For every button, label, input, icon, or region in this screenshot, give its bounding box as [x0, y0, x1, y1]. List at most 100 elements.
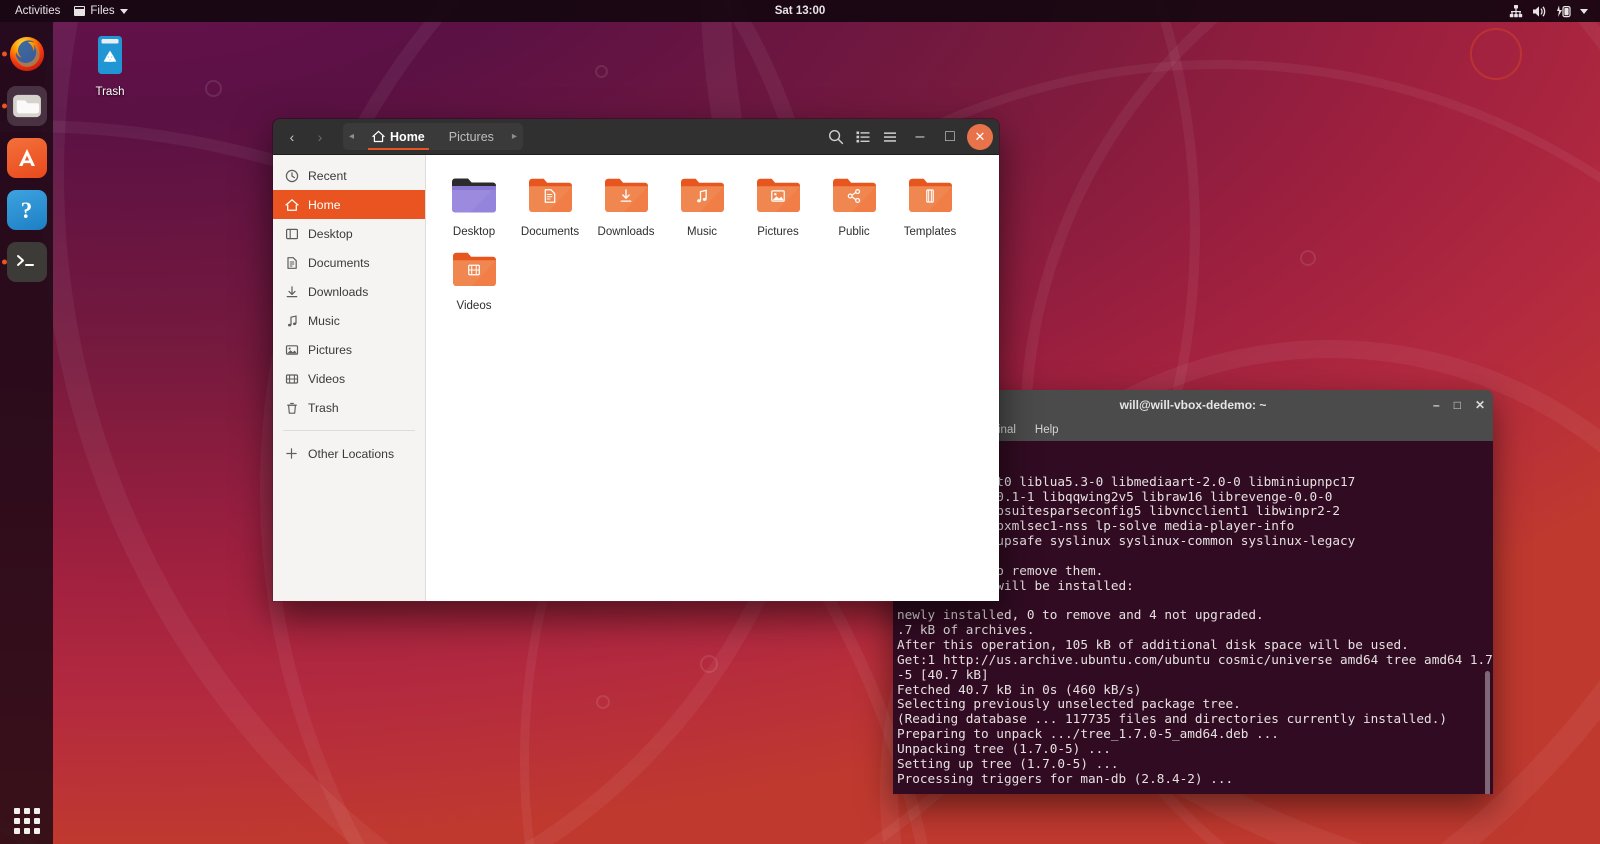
terminal-line: Preparing to unpack .../tree_1.7.0-5_amd…: [897, 726, 1279, 742]
terminal-line: .7 kB of archives.: [897, 622, 1035, 638]
folder-icon: [818, 175, 890, 222]
file-item-pictures[interactable]: Pictures: [740, 169, 816, 243]
breadcrumb-pictures[interactable]: Pictures: [437, 123, 506, 150]
pathbar[interactable]: ◂ Home Pictures ▸: [343, 123, 523, 150]
breadcrumb-pictures-label: Pictures: [448, 129, 494, 144]
sidebar-item-downloads[interactable]: Downloads: [273, 277, 425, 306]
file-item-videos[interactable]: Videos: [436, 243, 512, 317]
image-icon: [284, 343, 299, 357]
sidebar-item-label: Pictures: [308, 342, 353, 357]
back-button[interactable]: ‹: [279, 124, 305, 150]
sidebar-item-label: Recent: [308, 168, 347, 183]
minimize-button[interactable]: –: [1433, 398, 1440, 412]
network-icon: [1509, 4, 1523, 18]
sidebar-item-other-locations[interactable]: Other Locations: [273, 439, 425, 468]
dock-item-files[interactable]: [4, 80, 49, 132]
pathbar-left-arrow[interactable]: ◂: [343, 131, 360, 142]
grid-dot: [23, 828, 30, 834]
file-item-downloads[interactable]: Downloads: [588, 169, 664, 243]
file-manager-sidebar[interactable]: Recent Home Desktop Documents Downloads Music…: [273, 155, 426, 601]
dock: ?: [0, 22, 53, 844]
header-actions[interactable]: – □ ✕: [823, 123, 993, 150]
activities-button[interactable]: Activities: [8, 0, 67, 22]
trash-icon: [284, 401, 299, 415]
terminal-window-controls[interactable]: – □ ✕: [1433, 390, 1485, 419]
menu-item-help[interactable]: Help: [1035, 424, 1059, 436]
sidebar-item-music[interactable]: Music: [273, 306, 425, 335]
dock-item-firefox[interactable]: [4, 28, 49, 80]
pathbar-right-arrow[interactable]: ▸: [506, 131, 523, 142]
desktop-icon-trash[interactable]: Trash: [70, 32, 150, 98]
download-icon: [284, 285, 299, 299]
sidebar-item-recent[interactable]: Recent: [273, 161, 425, 190]
file-item-label: Downloads: [597, 226, 655, 238]
close-button[interactable]: ✕: [1475, 398, 1485, 412]
menu-button[interactable]: [877, 124, 903, 150]
battery-icon: [1556, 5, 1571, 18]
sidebar-item-pictures[interactable]: Pictures: [273, 335, 425, 364]
maximize-button[interactable]: □: [1454, 398, 1461, 412]
firefox-icon: [7, 34, 47, 74]
home-icon: [372, 130, 385, 143]
folder-icon: [514, 175, 586, 222]
app-menu-label: Files: [90, 5, 115, 17]
dock-item-ubuntu-software[interactable]: [4, 132, 49, 184]
folder-desktop-icon: [438, 175, 510, 222]
sidebar-item-home[interactable]: Home: [273, 190, 425, 219]
file-manager-headerbar[interactable]: ‹ › ◂ Home Pictures ▸ – □ ✕: [273, 119, 999, 155]
grid-dot: [33, 808, 40, 814]
sidebar-item-label: Trash: [308, 400, 339, 415]
document-icon: [284, 256, 299, 270]
hamburger-menu-icon: [884, 131, 896, 142]
app-menu-button[interactable]: Files: [67, 0, 134, 22]
sidebar-separator: [283, 430, 415, 431]
clock[interactable]: Sat 13:00: [0, 5, 1600, 17]
folder-icon: [742, 175, 814, 222]
file-manager-body: Recent Home Desktop Documents Downloads Music…: [273, 155, 999, 601]
maximize-button[interactable]: □: [937, 124, 963, 150]
music-note-icon: [284, 314, 299, 328]
folder-icon: [666, 175, 738, 222]
terminal-line: (Reading database ... 117735 files and d…: [897, 711, 1447, 727]
search-icon: [828, 129, 844, 144]
file-item-public[interactable]: Public: [816, 169, 892, 243]
folder-icon: [438, 249, 510, 296]
terminal-scrollbar[interactable]: [1485, 671, 1490, 794]
minimize-button[interactable]: –: [907, 124, 933, 150]
file-item-music[interactable]: Music: [664, 169, 740, 243]
terminal-line: Get:1 http://us.archive.ubuntu.com/ubunt…: [897, 651, 1493, 667]
help-icon: ?: [6, 190, 47, 230]
list-view-icon: [856, 131, 870, 142]
ubuntu-software-icon: [6, 138, 47, 178]
search-button[interactable]: [823, 124, 849, 150]
sidebar-item-documents[interactable]: Documents: [273, 248, 425, 277]
grid-dot: [33, 818, 40, 824]
file-item-label: Templates: [903, 226, 957, 238]
files-icon: [6, 86, 47, 126]
file-item-documents[interactable]: Documents: [512, 169, 588, 243]
view-list-button[interactable]: [850, 124, 876, 150]
sidebar-item-trash[interactable]: Trash: [273, 393, 425, 422]
sidebar-item-label: Music: [308, 313, 340, 328]
terminal-title-text: will@will-vbox-dedemo: ~: [1119, 397, 1267, 412]
file-item-label: Videos: [456, 299, 492, 312]
breadcrumb-home[interactable]: Home: [360, 123, 437, 150]
close-button[interactable]: ✕: [967, 123, 993, 150]
grid-dot: [23, 818, 30, 824]
show-applications-button[interactable]: [13, 808, 40, 834]
status-indicators[interactable]: [1509, 4, 1592, 18]
clock-icon: [284, 169, 299, 183]
file-item-desktop[interactable]: Desktop: [436, 169, 512, 243]
terminal-line: Unpacking tree (1.7.0-5) ...: [897, 740, 1111, 756]
sidebar-item-desktop[interactable]: Desktop: [273, 219, 425, 248]
file-item-templates[interactable]: Templates: [892, 169, 968, 243]
grid-dot: [23, 808, 30, 814]
forward-button[interactable]: ›: [307, 124, 333, 150]
file-item-label: Documents: [520, 226, 580, 238]
dock-item-terminal[interactable]: [4, 236, 49, 288]
sidebar-item-label: Videos: [308, 371, 346, 386]
file-listing[interactable]: Desktop Documents Downloads Music Pictur…: [426, 155, 999, 601]
dock-item-help[interactable]: ?: [4, 184, 49, 236]
file-manager-window[interactable]: ‹ › ◂ Home Pictures ▸ – □ ✕ Recent Home …: [272, 118, 1000, 602]
sidebar-item-videos[interactable]: Videos: [273, 364, 425, 393]
